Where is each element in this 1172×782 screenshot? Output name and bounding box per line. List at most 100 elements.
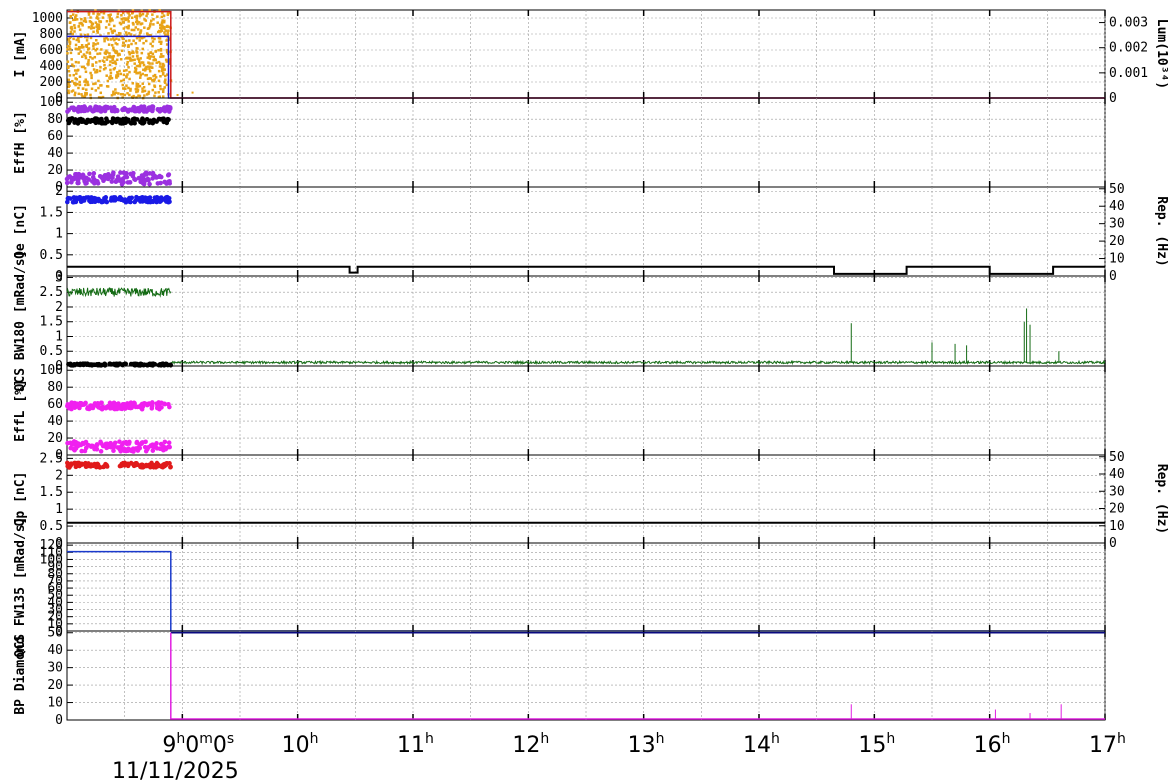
right-axis-title: Rep. (Hz) <box>1154 196 1169 266</box>
data-point <box>73 93 77 97</box>
data-point <box>162 179 167 185</box>
data-point <box>109 71 113 75</box>
data-point <box>103 56 106 59</box>
data-point <box>84 83 87 87</box>
data-point <box>164 104 170 110</box>
data-point <box>104 66 107 70</box>
data-point <box>87 42 90 45</box>
data-point <box>132 28 136 32</box>
x-tick-label-group: 11h <box>397 731 434 758</box>
data-point <box>112 29 116 32</box>
y-tick-label: 2.5 <box>40 285 63 300</box>
data-point <box>109 27 113 31</box>
data-point <box>86 83 90 87</box>
data-point <box>73 69 77 72</box>
data-point <box>92 30 95 34</box>
x-tick-sup: h <box>425 731 434 747</box>
data-point <box>89 16 92 19</box>
data-point <box>162 401 168 407</box>
x-tick-label: 15h <box>858 731 895 758</box>
data-point <box>94 71 97 74</box>
data-point <box>85 108 90 113</box>
data-point <box>94 89 98 92</box>
right-tick-label: 40 <box>1109 467 1125 482</box>
y-tick-label: 1 <box>55 329 63 344</box>
data-point <box>151 118 156 124</box>
data-point <box>99 91 103 95</box>
data-point <box>99 66 102 69</box>
data-point <box>149 77 153 80</box>
y-tick-label: 0 <box>55 713 63 728</box>
data-point <box>67 78 71 82</box>
data-point <box>104 116 109 121</box>
data-point <box>160 116 166 122</box>
data-point <box>147 61 150 64</box>
x-tick-main: 16 <box>974 733 1002 758</box>
data-point <box>67 89 70 92</box>
data-point <box>161 447 166 453</box>
x-tick-label-group: 16h <box>974 731 1011 758</box>
data-point <box>82 53 86 56</box>
data-point <box>114 88 117 91</box>
data-point <box>100 48 103 51</box>
data-point <box>133 58 136 62</box>
y-axis-title: BP Diamond <box>13 636 28 714</box>
data-point <box>66 60 70 63</box>
y-tick-label: 30 <box>47 661 63 676</box>
data-point <box>96 118 101 124</box>
data-point <box>152 55 156 59</box>
data-point <box>68 84 71 87</box>
data-point <box>135 54 139 58</box>
data-point <box>97 86 100 90</box>
data-point <box>74 43 78 47</box>
data-point <box>113 49 117 53</box>
y-tick-label: 800 <box>40 27 63 42</box>
data-point <box>146 12 149 15</box>
data-point <box>121 83 125 87</box>
panel-qe: 00.511.52Qe [nC]01020304050Rep. (Hz) <box>13 182 1169 284</box>
data-point <box>107 361 112 367</box>
data-point <box>96 15 99 18</box>
data-point <box>112 46 115 50</box>
data-point <box>142 63 146 67</box>
data-point <box>107 23 111 26</box>
data-point <box>165 172 171 178</box>
data-point <box>154 58 158 62</box>
data-point <box>127 24 130 28</box>
data-point <box>147 82 151 86</box>
y-tick-label: 120 <box>40 538 63 553</box>
data-point <box>128 400 134 405</box>
data-point <box>145 73 148 77</box>
data-point <box>77 86 80 90</box>
y-tick-label: 100 <box>40 363 63 378</box>
data-point <box>131 55 135 58</box>
data-point <box>135 82 139 86</box>
data-point <box>88 405 94 411</box>
data-point <box>78 28 82 31</box>
panel-effl: 020406080100EffL [%] <box>13 363 1106 463</box>
data-point <box>124 39 128 43</box>
data-point <box>162 71 165 74</box>
data-point <box>167 404 172 410</box>
data-point <box>108 63 112 67</box>
y-tick-label: 0.5 <box>40 248 63 263</box>
x-tick-label: 11h <box>397 731 434 758</box>
y-tick-label: 0.5 <box>40 519 63 534</box>
data-point <box>127 11 130 15</box>
x-tick-sup: h <box>540 731 549 747</box>
data-point <box>103 39 106 43</box>
data-point <box>140 181 146 186</box>
data-point <box>112 90 115 94</box>
data-point <box>128 460 134 466</box>
data-point <box>151 40 155 43</box>
data-point <box>87 26 91 29</box>
x-tick-main: 10 <box>282 733 310 758</box>
data-point <box>149 65 152 69</box>
data-point <box>73 440 79 445</box>
data-point <box>146 77 150 81</box>
y-tick-label: 2 <box>55 184 63 199</box>
data-point <box>120 13 123 17</box>
data-point <box>66 405 72 411</box>
data-point <box>71 13 75 16</box>
right-tick-label: 30 <box>1109 484 1125 499</box>
